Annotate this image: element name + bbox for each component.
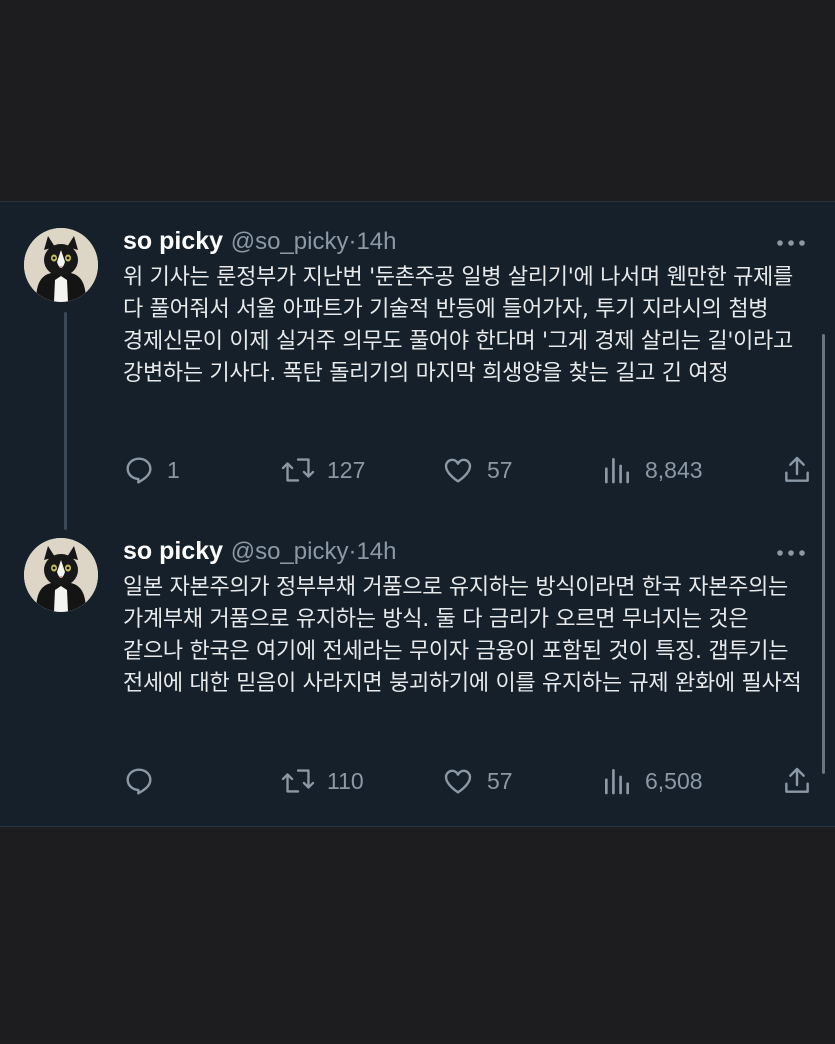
reply-count: 1 (167, 456, 180, 483)
timestamp[interactable]: 14h (356, 538, 396, 565)
view-count: 8,843 (645, 456, 703, 483)
display-name[interactable]: so picky (123, 537, 223, 565)
like-count: 57 (487, 456, 513, 483)
view-count: 6,508 (645, 767, 703, 794)
heart-icon (444, 769, 472, 794)
views-icon (605, 458, 629, 484)
like-count: 57 (487, 767, 513, 794)
tweet-thread: so picky @so_picky·14h 위 기사는 룬정부가 지난번 '둔… (0, 201, 835, 827)
scrollbar[interactable] (822, 334, 825, 774)
avatar[interactable] (24, 228, 98, 302)
cat-avatar-icon (24, 538, 98, 612)
tweet-header: so picky @so_picky·14h (123, 536, 397, 567)
user-handle[interactable]: @so_picky (231, 228, 349, 255)
retweet-icon (281, 769, 315, 793)
retweet-icon (281, 458, 315, 482)
tweet-header: so picky @so_picky·14h (123, 226, 397, 257)
share-icon[interactable] (781, 454, 813, 486)
more-icon[interactable] (775, 547, 807, 559)
avatar[interactable] (24, 538, 98, 612)
reply-button[interactable] (123, 765, 167, 797)
timestamp[interactable]: 14h (356, 228, 396, 255)
cat-avatar-icon (24, 228, 98, 302)
tweet-text: 일본 자본주의가 정부부채 거품으로 유지하는 방식이라면 한국 자본주의는 가… (123, 575, 802, 696)
reply-button[interactable]: 1 (123, 454, 180, 486)
tweet-actions: 110 57 6,508 (123, 765, 813, 797)
more-icon[interactable] (775, 237, 807, 249)
reply-icon (126, 768, 152, 795)
thread-connector-line (64, 312, 67, 530)
views-button[interactable]: 8,843 (601, 454, 703, 486)
tweet-actions: 1 127 57 8,843 (123, 454, 813, 486)
views-button[interactable]: 6,508 (601, 765, 703, 797)
heart-icon (444, 458, 472, 483)
retweet-count: 127 (327, 456, 366, 483)
like-button[interactable]: 57 (441, 765, 513, 797)
retweet-button[interactable]: 127 (281, 454, 365, 486)
reply-icon (126, 457, 152, 484)
views-icon (605, 769, 629, 795)
user-handle[interactable]: @so_picky (231, 538, 349, 565)
like-button[interactable]: 57 (441, 454, 513, 486)
retweet-button[interactable]: 110 (281, 765, 364, 797)
tweet-text: 위 기사는 룬정부가 지난번 '둔촌주공 일병 살리기'에 나서며 웬만한 규제… (123, 265, 800, 386)
retweet-count: 110 (327, 767, 364, 794)
display-name[interactable]: so picky (123, 227, 223, 255)
share-icon[interactable] (781, 765, 813, 797)
